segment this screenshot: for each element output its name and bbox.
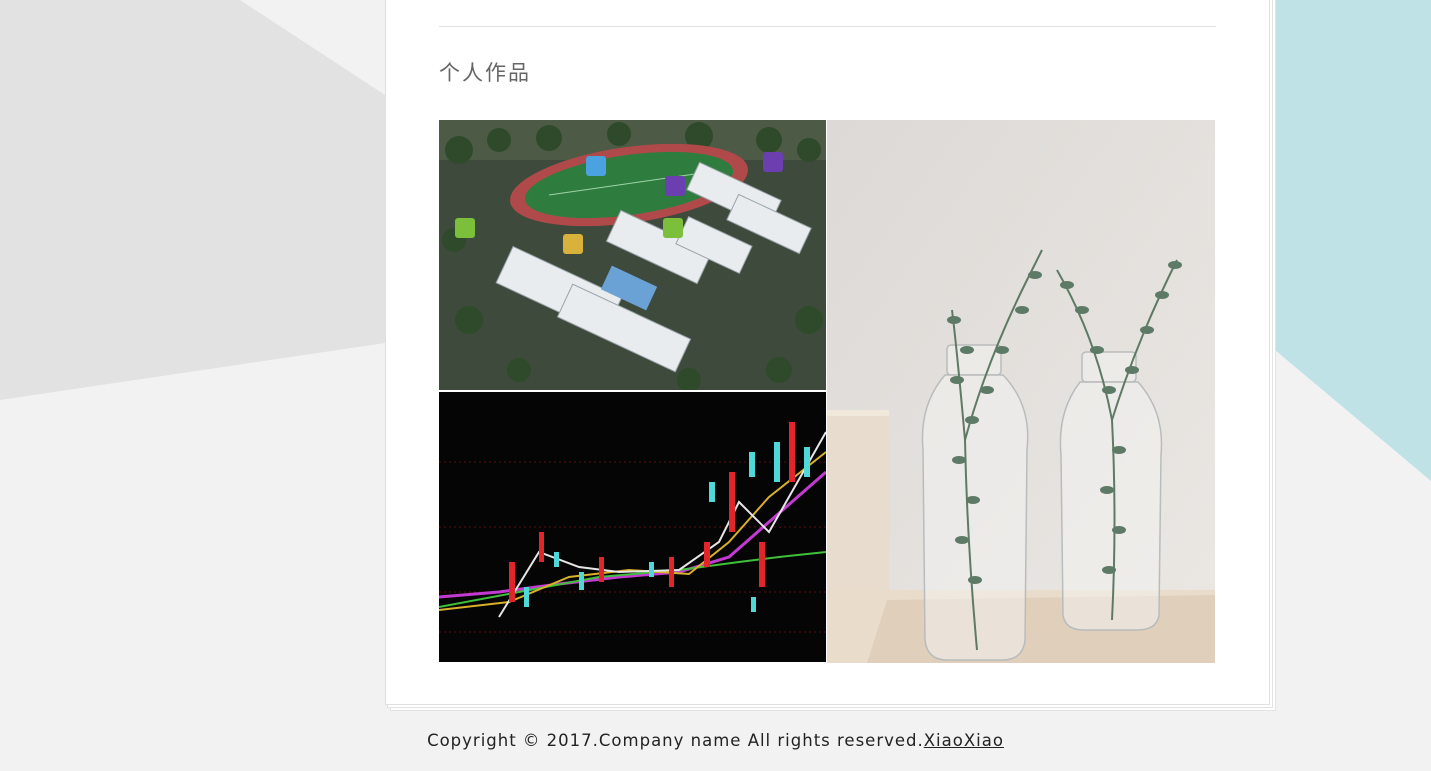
- portfolio-card-stack: 个人作品: [385, 0, 1276, 711]
- portfolio-item-stock-chart[interactable]: [439, 392, 826, 662]
- section-divider: [439, 26, 1216, 27]
- footer-author-link[interactable]: XiaoXiao: [924, 731, 1004, 750]
- portfolio-gallery: [439, 120, 1215, 663]
- portfolio-item-bottles[interactable]: [827, 120, 1215, 663]
- portfolio-item-campus[interactable]: [439, 120, 826, 390]
- bottles-image: [827, 120, 1215, 663]
- section-title: 个人作品: [439, 61, 531, 85]
- campus-aerial-image: [439, 120, 826, 390]
- stock-chart-image: [439, 392, 826, 662]
- gray-polygon: [0, 0, 385, 400]
- portfolio-card: 个人作品: [385, 0, 1270, 705]
- footer-copyright: Copyright © 2017.Company name All rights…: [427, 731, 924, 750]
- teal-polygon: [1275, 0, 1431, 481]
- footer: Copyright © 2017.Company name All rights…: [0, 731, 1431, 750]
